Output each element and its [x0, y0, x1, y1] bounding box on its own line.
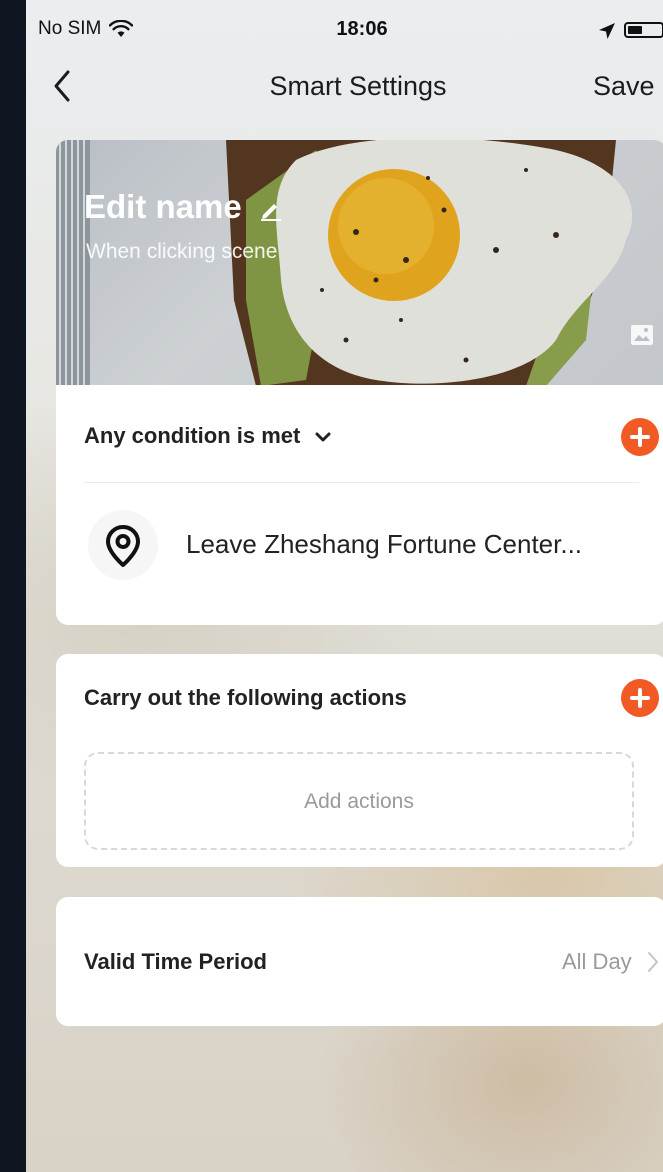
valid-time-value[interactable]: All Day — [562, 949, 632, 975]
conditions-card: Any condition is met Leave Zheshang Fort… — [56, 385, 663, 625]
change-image-icon[interactable] — [630, 324, 654, 346]
app-screen: No SIM 18:06 Smart Settings Save Edit na… — [26, 0, 663, 1172]
scene-cover-image[interactable]: Edit name When clicking scene — [56, 140, 663, 386]
scene-description: When clicking scene — [86, 240, 278, 263]
edit-name-button[interactable]: Edit name — [84, 188, 283, 226]
battery-icon — [624, 22, 663, 38]
condition-item[interactable]: Leave Zheshang Fortune Center... — [56, 483, 663, 613]
save-button[interactable]: Save — [593, 71, 655, 102]
condition-mode-dropdown[interactable]: Any condition is met — [84, 423, 332, 449]
chevron-down-icon — [315, 432, 331, 442]
condition-mode-label: Any condition is met — [84, 423, 301, 448]
add-actions-placeholder[interactable]: Add actions — [84, 752, 634, 850]
condition-label: Leave Zheshang Fortune Center... — [186, 529, 583, 559]
actions-title: Carry out the following actions — [84, 685, 407, 710]
page-title: Smart Settings — [269, 71, 447, 101]
add-actions-label: Add actions — [304, 790, 414, 813]
chevron-right-icon — [648, 952, 658, 972]
location-arrow-icon — [599, 23, 615, 39]
valid-time-title: Valid Time Period — [84, 949, 267, 974]
location-pin-icon — [106, 525, 140, 567]
status-bar: No SIM 18:06 — [26, 0, 663, 60]
scene-name: Edit name — [84, 188, 242, 225]
add-action-button[interactable] — [621, 679, 659, 717]
status-time: 18:06 — [336, 18, 388, 40]
condition-icon-badge — [88, 510, 158, 580]
actions-card: Carry out the following actions Add acti… — [56, 654, 663, 867]
valid-time-card[interactable]: Valid Time Period All Day — [56, 897, 663, 1026]
pencil-icon — [260, 204, 281, 222]
add-condition-button[interactable] — [621, 418, 659, 456]
